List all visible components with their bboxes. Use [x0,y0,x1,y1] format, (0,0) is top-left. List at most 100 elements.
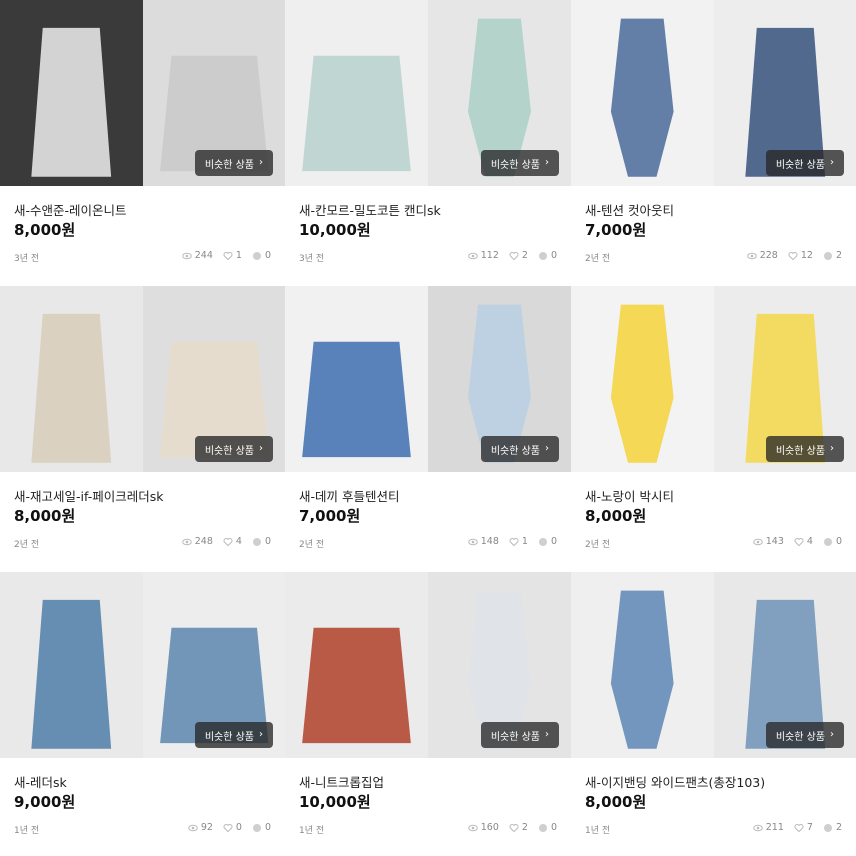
product-stats: 148 1 0 [467,536,557,547]
eye-icon [181,537,192,547]
chat-bubble-icon [823,823,833,833]
eye-icon [752,823,763,833]
product-photo [571,286,714,472]
eye-icon [467,537,478,547]
similar-products-button[interactable]: 비슷한 상품 › [194,436,273,462]
eye-icon [467,251,478,261]
chat-bubble-icon [823,251,833,261]
chevron-right-icon: › [830,443,834,454]
chevron-right-icon: › [545,729,549,740]
eye-icon [467,823,478,833]
product-card[interactable]: 비슷한 상품 › 새-이지밴딩 와이드팬츠(총장103) 8,000원 1년 전… [571,572,856,856]
chat-bubble-icon [538,823,548,833]
garment-shape [610,18,674,177]
posted-time: 2년 전 [299,540,325,550]
product-title[interactable]: 새-노랑이 박시티 [585,486,674,505]
product-price: 8,000원 [14,507,76,525]
chat-bubble-icon [538,537,548,547]
view-count: 244 [194,250,213,261]
view-count: 160 [480,822,499,833]
similar-products-button[interactable]: 비슷한 상품 › [765,150,844,176]
similar-products-button[interactable]: 비슷한 상품 › [194,722,273,748]
product-stats: 112 2 0 [467,250,557,261]
like-count: 2 [521,250,528,261]
product-title[interactable]: 새-수앤준-레이온니트 [14,200,127,219]
product-title[interactable]: 새-이지밴딩 와이드팬츠(총장103) [585,772,765,791]
product-card[interactable]: 비슷한 상품 › 새-레더sk 9,000원 1년 전 92 0 0 [0,572,285,856]
chevron-right-icon: › [259,443,263,454]
view-count: 112 [480,250,499,261]
chat-bubble-icon [252,251,262,261]
view-count: 228 [759,250,778,261]
similar-products-button[interactable]: 비슷한 상품 › [765,722,844,748]
posted-time: 3년 전 [299,254,325,264]
garment-shape [610,590,674,749]
product-card[interactable]: 비슷한 상품 › 새-칸모르-밀도코튼 캔디sk 10,000원 3년 전 11… [285,0,571,286]
similar-products-label: 비슷한 상품 [775,159,825,171]
similar-products-label: 비슷한 상품 [490,731,540,743]
chat-bubble-icon [252,823,262,833]
product-stats: 244 1 0 [181,250,271,261]
chevron-right-icon: › [545,157,549,168]
posted-time: 1년 전 [585,826,611,836]
chat-count: 0 [550,250,557,261]
heart-icon [788,251,798,261]
product-title[interactable]: 새-데끼 후들텐션티 [299,486,399,505]
eye-icon [746,251,757,261]
product-title[interactable]: 새-칸모르-밀도코튼 캔디sk [299,200,441,219]
view-count: 143 [765,536,784,547]
product-title[interactable]: 새-재고세일-if-페이크레더sk [14,486,163,505]
product-title[interactable]: 새-니트크롭집업 [299,772,384,791]
product-card[interactable]: 비슷한 상품 › 새-수앤준-레이온니트 8,000원 3년 전 244 1 0 [0,0,285,286]
like-count: 2 [521,822,528,833]
posted-time: 1년 전 [299,826,325,836]
similar-products-button[interactable]: 비슷한 상품 › [480,150,559,176]
heart-icon [509,251,519,261]
heart-icon [223,537,233,547]
product-stats: 248 4 0 [181,536,271,547]
similar-products-label: 비슷한 상품 [204,445,254,457]
posted-time: 2년 전 [585,254,611,264]
chat-count: 0 [264,250,271,261]
heart-icon [223,251,233,261]
product-grid: 비슷한 상품 › 새-수앤준-레이온니트 8,000원 3년 전 244 1 0… [0,0,856,856]
product-title[interactable]: 새-레더sk [14,772,67,791]
chevron-right-icon: › [830,729,834,740]
heart-icon [509,537,519,547]
product-price: 8,000원 [585,507,647,525]
chat-bubble-icon [538,251,548,261]
view-count: 248 [194,536,213,547]
product-title[interactable]: 새-텐션 컷아웃티 [585,200,674,219]
product-photo [0,286,143,472]
product-photo [0,0,143,186]
chat-count: 0 [264,536,271,547]
chevron-right-icon: › [545,443,549,454]
chat-count: 0 [550,822,557,833]
product-price: 7,000원 [299,507,361,525]
product-photo [571,0,714,186]
product-card[interactable]: 비슷한 상품 › 새-재고세일-if-페이크레더sk 8,000원 2년 전 2… [0,286,285,572]
product-card[interactable]: 비슷한 상품 › 새-니트크롭집업 10,000원 1년 전 160 2 0 [285,572,571,856]
product-price: 10,000원 [299,221,371,239]
like-count: 4 [235,536,242,547]
heart-icon [509,823,519,833]
view-count: 211 [765,822,784,833]
view-count: 148 [480,536,499,547]
similar-products-button[interactable]: 비슷한 상품 › [765,436,844,462]
product-card[interactable]: 비슷한 상품 › 새-노랑이 박시티 8,000원 2년 전 143 4 0 [571,286,856,572]
chat-count: 0 [264,822,271,833]
similar-products-label: 비슷한 상품 [775,445,825,457]
product-card[interactable]: 비슷한 상품 › 새-데끼 후들텐션티 7,000원 2년 전 148 1 0 [285,286,571,572]
similar-products-label: 비슷한 상품 [204,159,254,171]
garment-shape [302,341,411,458]
product-stats: 160 2 0 [467,822,557,833]
chevron-right-icon: › [259,729,263,740]
eye-icon [181,251,192,261]
similar-products-button[interactable]: 비슷한 상품 › [480,436,559,462]
chevron-right-icon: › [259,157,263,168]
like-count: 1 [521,536,528,547]
similar-products-button[interactable]: 비슷한 상품 › [194,150,273,176]
product-card[interactable]: 비슷한 상품 › 새-텐션 컷아웃티 7,000원 2년 전 228 12 2 [571,0,856,286]
chevron-right-icon: › [830,157,834,168]
similar-products-button[interactable]: 비슷한 상품 › [480,722,559,748]
